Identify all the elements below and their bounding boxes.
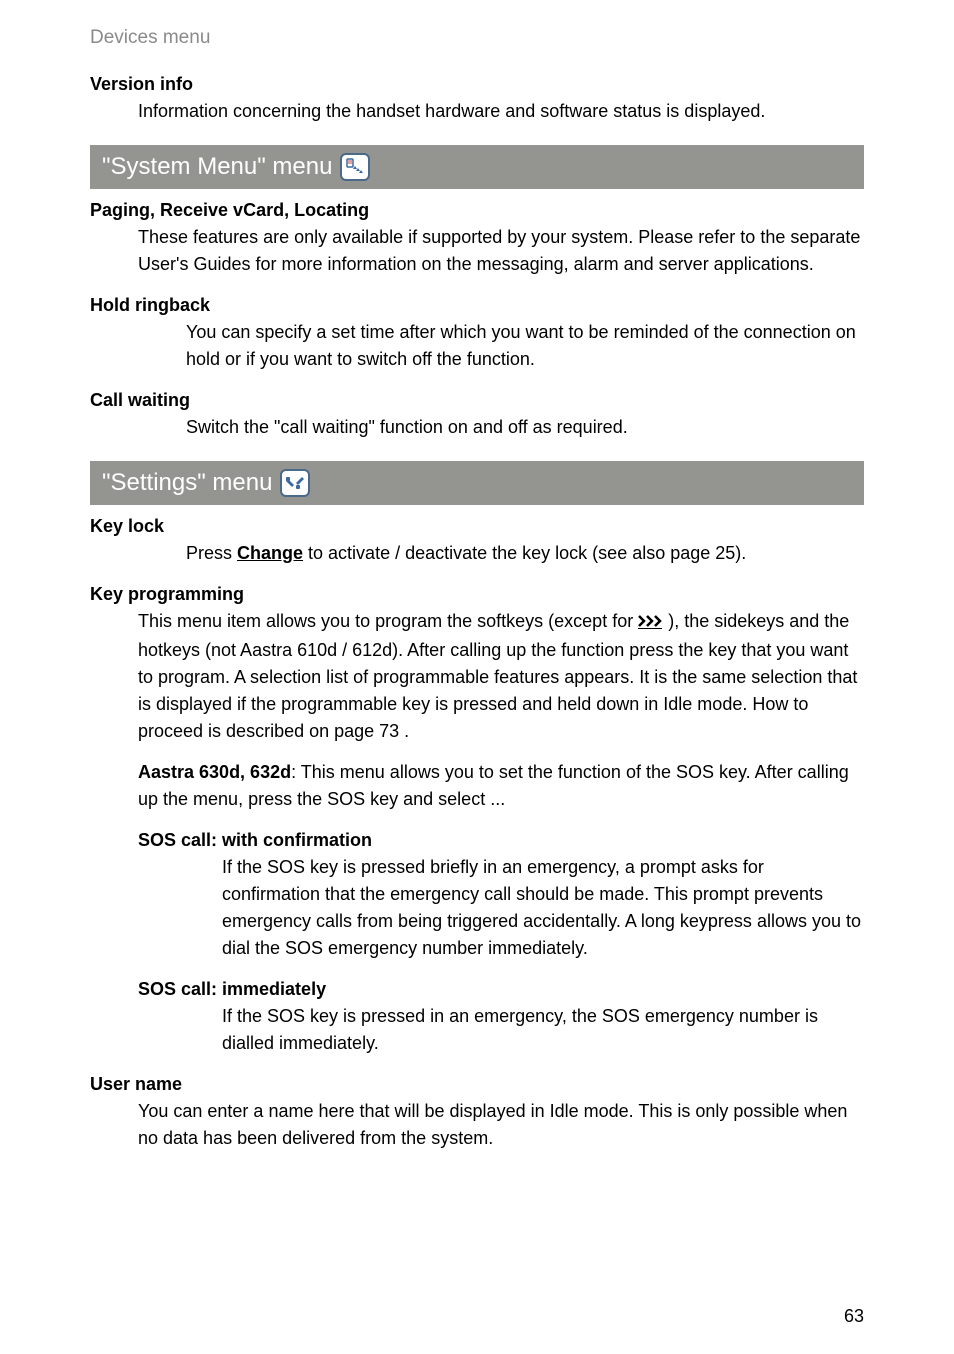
page-number: 63 bbox=[844, 1303, 864, 1330]
key-lock-suffix: to activate / deactivate the key lock (s… bbox=[303, 543, 746, 563]
paging-body: These features are only available if sup… bbox=[138, 224, 864, 278]
version-info-body: Information concerning the handset hardw… bbox=[138, 98, 864, 125]
key-programming-title: Key programming bbox=[90, 581, 864, 608]
kp-body1-prefix: This menu item allows you to program the… bbox=[138, 611, 638, 631]
key-lock-prefix: Press bbox=[186, 543, 237, 563]
paging-title: Paging, Receive vCard, Locating bbox=[90, 197, 864, 224]
user-name-body: You can enter a name here that will be d… bbox=[138, 1098, 864, 1152]
call-waiting-title: Call waiting bbox=[90, 387, 864, 414]
system-menu-bar: "System Menu" menu bbox=[90, 145, 864, 189]
settings-menu-icon bbox=[280, 469, 310, 497]
key-lock-body: Press Change to activate / deactivate th… bbox=[186, 540, 864, 567]
running-header: Devices menu bbox=[90, 24, 864, 53]
chevron-icon bbox=[638, 610, 668, 637]
key-programming-body2: Aastra 630d, 632d: This menu allows you … bbox=[138, 759, 864, 813]
user-name-title: User name bbox=[90, 1071, 864, 1098]
kp-body2-bold: Aastra 630d, 632d bbox=[138, 762, 291, 782]
sos-confirm-title: SOS call: with confirmation bbox=[138, 827, 864, 854]
system-menu-icon bbox=[340, 153, 370, 181]
change-softkey-label: Change bbox=[237, 543, 303, 563]
settings-menu-bar: "Settings" menu bbox=[90, 461, 864, 505]
sos-immediate-title: SOS call: immediately bbox=[138, 976, 864, 1003]
call-waiting-body: Switch the "call waiting" function on an… bbox=[186, 414, 864, 441]
key-programming-body1: This menu item allows you to program the… bbox=[138, 608, 864, 745]
version-info-title: Version info bbox=[90, 71, 864, 98]
sos-immediate-body: If the SOS key is pressed in an emergenc… bbox=[222, 1003, 864, 1057]
settings-menu-label: "Settings" menu bbox=[102, 465, 272, 501]
key-lock-title: Key lock bbox=[90, 513, 864, 540]
hold-ringback-title: Hold ringback bbox=[90, 292, 864, 319]
sos-confirm-body: If the SOS key is pressed briefly in an … bbox=[222, 854, 864, 962]
hold-ringback-body: You can specify a set time after which y… bbox=[186, 319, 864, 373]
system-menu-label: "System Menu" menu bbox=[102, 149, 332, 185]
